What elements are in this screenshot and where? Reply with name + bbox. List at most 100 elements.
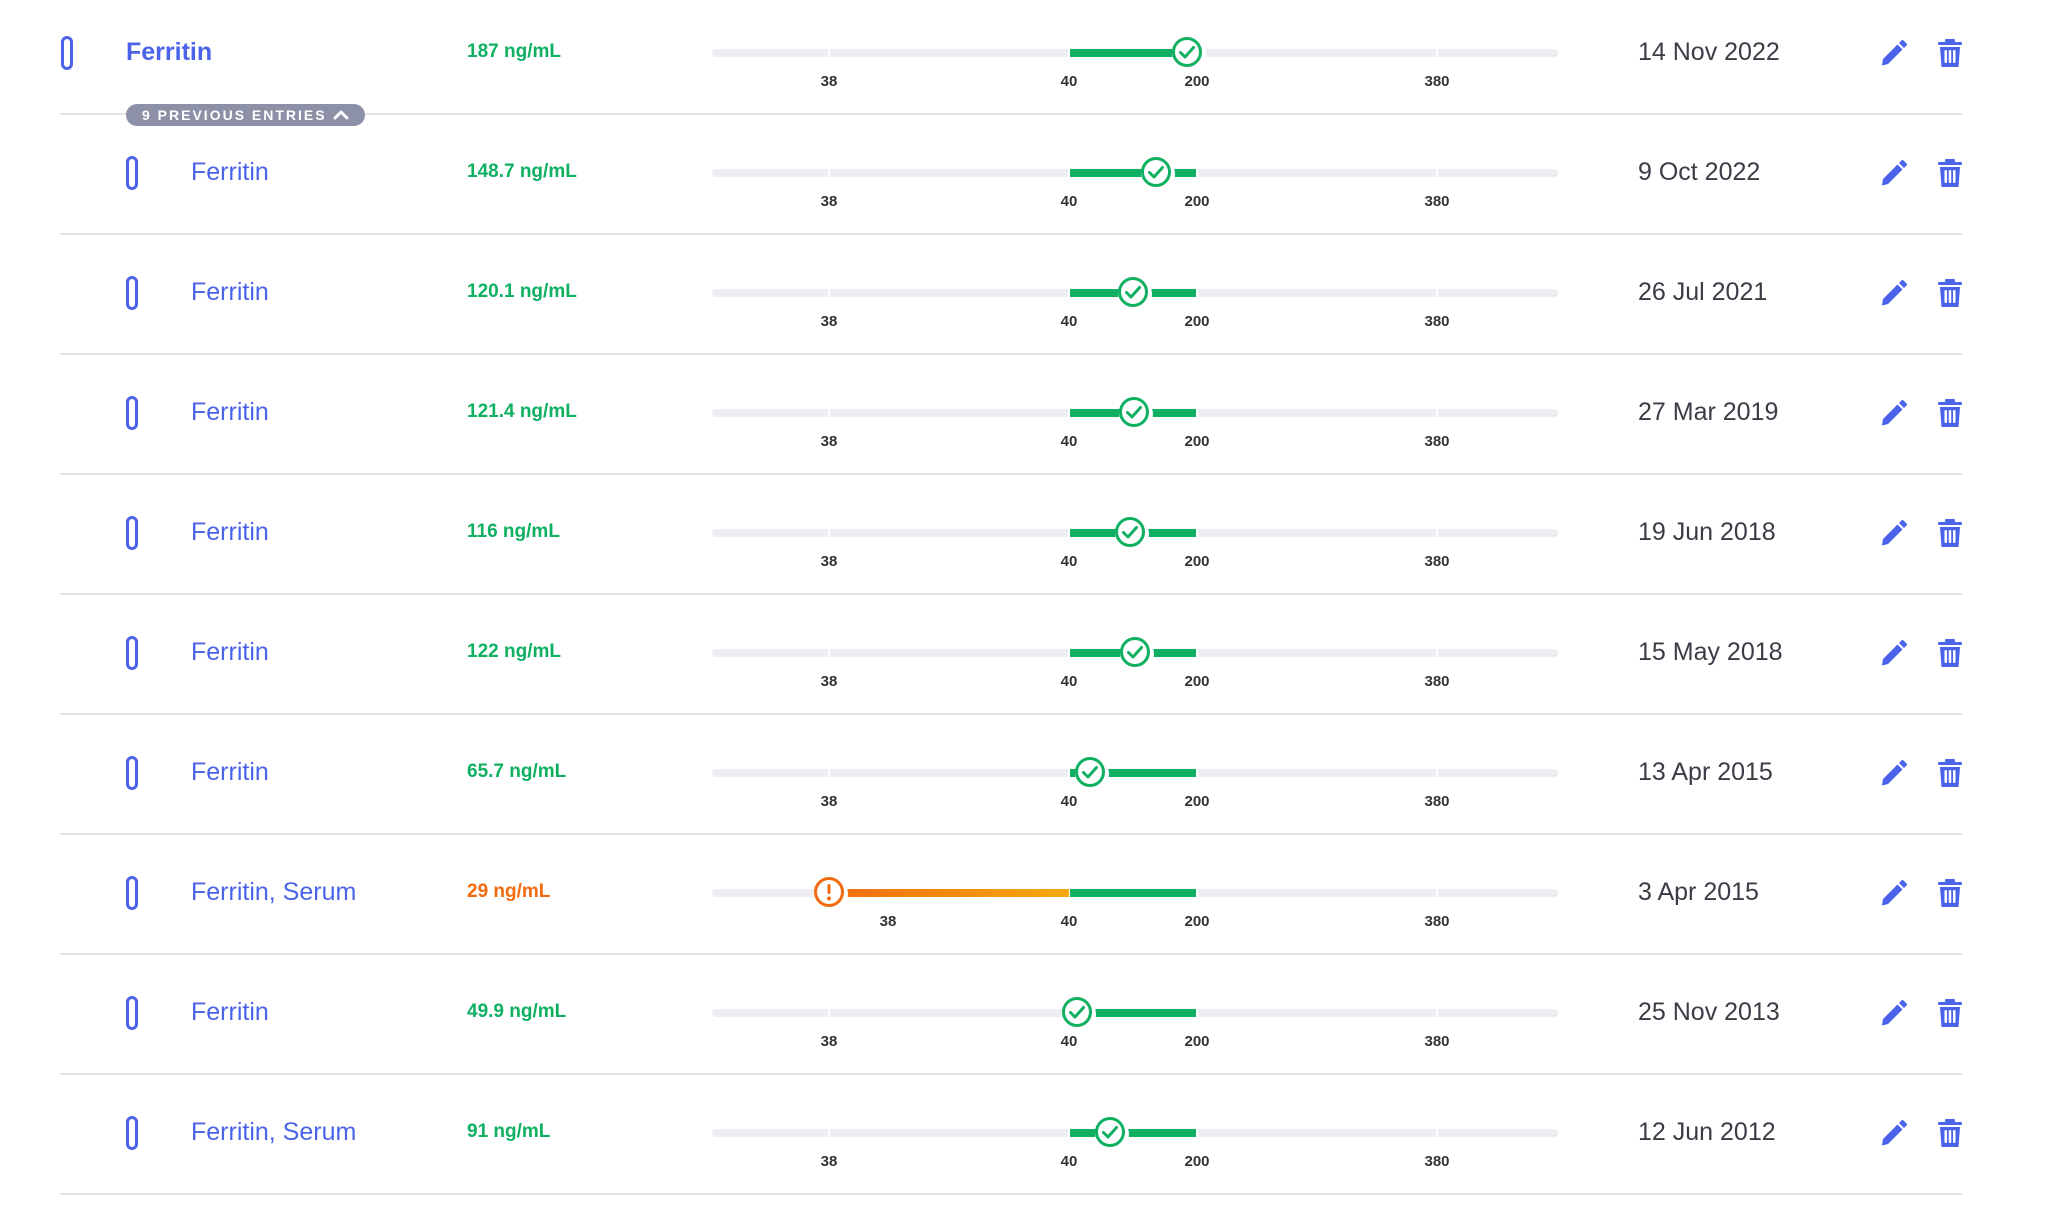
edit-button[interactable] [1878, 1117, 1908, 1149]
range-tick [828, 769, 830, 777]
trash-icon [1938, 159, 1962, 187]
result-date: 15 May 2018 [1638, 638, 1783, 666]
range-tick-label: 380 [1424, 913, 1450, 930]
range-tick-label: 200 [1184, 673, 1210, 690]
previous-entries-label: 9 PREVIOUS ENTRIES [142, 107, 327, 123]
check-circle-icon [1074, 757, 1109, 791]
edit-button[interactable] [1878, 757, 1908, 789]
delete-button[interactable] [1935, 877, 1965, 909]
range-tick [1196, 769, 1198, 777]
range-tick-label: 200 [1184, 793, 1210, 810]
range-tick [1068, 769, 1070, 777]
trash-icon [1938, 399, 1962, 427]
pencil-icon [1882, 1120, 1907, 1146]
result-date: 25 Nov 2013 [1638, 998, 1780, 1026]
range-tick-label: 200 [1184, 913, 1210, 930]
result-row: Ferritin 116 ng/mL 38 40 200 380 19 Jun 2018 [0, 480, 2048, 600]
range-tick [1436, 169, 1438, 177]
edit-button[interactable] [1878, 37, 1908, 69]
delete-button[interactable] [1935, 637, 1965, 669]
result-row: Ferritin 148.7 ng/mL 38 40 200 380 9 Oct 2022 [0, 120, 2048, 240]
check-circle-icon [1094, 1117, 1129, 1151]
delete-button[interactable] [1935, 37, 1965, 69]
row-divider [60, 473, 1962, 475]
range-tick-label: 38 [820, 553, 838, 570]
range-tick-label: 40 [1060, 793, 1078, 810]
pencil-icon [1882, 520, 1907, 546]
range-tick-label: 380 [1424, 553, 1450, 570]
range-tick [1068, 1129, 1070, 1137]
trash-icon [1938, 999, 1962, 1027]
range-tick [1068, 169, 1070, 177]
reference-range-band [1069, 1129, 1197, 1137]
delete-button[interactable] [1935, 157, 1965, 189]
chevron-up-icon [333, 104, 349, 126]
range-tick-label: 38 [820, 1153, 838, 1170]
pencil-icon [1882, 280, 1907, 306]
range-tick [1436, 529, 1438, 537]
range-tick [1196, 649, 1198, 657]
range-tick [1068, 49, 1070, 57]
check-circle-icon [1118, 277, 1153, 311]
pencil-icon [1882, 880, 1907, 906]
range-tick-label: 38 [820, 1033, 838, 1050]
edit-button[interactable] [1878, 517, 1908, 549]
range-tick-label: 40 [1060, 673, 1078, 690]
check-circle-icon [1119, 397, 1154, 431]
result-row: Ferritin 49.9 ng/mL 38 40 200 380 25 Nov 2013 [0, 960, 2048, 1080]
range-tick-label: 380 [1424, 433, 1450, 450]
edit-button[interactable] [1878, 877, 1908, 909]
trash-icon [1938, 759, 1962, 787]
result-row: Ferritin 65.7 ng/mL 38 40 200 380 13 Apr 2015 [0, 720, 2048, 840]
edit-button[interactable] [1878, 997, 1908, 1029]
range-tick [1436, 889, 1438, 897]
result-date: 26 Jul 2021 [1638, 278, 1768, 306]
previous-entries-toggle[interactable]: 9 PREVIOUS ENTRIES [126, 104, 365, 126]
pencil-icon [1882, 640, 1907, 666]
result-row: Ferritin 120.1 ng/mL 38 40 200 380 26 Jul 2021 [0, 240, 2048, 360]
range-tick-label: 380 [1424, 193, 1450, 210]
row-divider [60, 953, 1962, 955]
range-tick [1196, 409, 1198, 417]
trash-icon [1938, 639, 1962, 667]
range-tick [1068, 289, 1070, 297]
range-tick [828, 1129, 830, 1137]
trash-icon [1938, 879, 1962, 907]
delete-button[interactable] [1935, 397, 1965, 429]
range-tick-label: 38 [879, 913, 897, 930]
delete-button[interactable] [1935, 517, 1965, 549]
delete-button[interactable] [1935, 1117, 1965, 1149]
edit-button[interactable] [1878, 397, 1908, 429]
reference-range-band [1069, 889, 1197, 897]
edit-button[interactable] [1878, 157, 1908, 189]
range-tick-label: 200 [1184, 1033, 1210, 1050]
result-date: 19 Jun 2018 [1638, 518, 1776, 546]
row-divider [60, 1193, 1962, 1195]
result-date: 9 Oct 2022 [1638, 158, 1761, 186]
delete-button[interactable] [1935, 997, 1965, 1029]
lab-result-history-list: Ferritin 187 ng/mL 38 40 200 380 14 Nov 2022 Fe… [0, 0, 2048, 1210]
range-tick-label: 200 [1184, 433, 1210, 450]
out-of-range-fill [829, 889, 1069, 897]
check-circle-icon [1061, 997, 1096, 1031]
check-circle-icon [1114, 517, 1149, 551]
range-tick-label: 40 [1060, 1153, 1078, 1170]
edit-button[interactable] [1878, 277, 1908, 309]
result-date: 27 Mar 2019 [1638, 398, 1779, 426]
range-tick-label: 200 [1184, 73, 1210, 90]
range-tick-label: 40 [1060, 73, 1078, 90]
delete-button[interactable] [1935, 277, 1965, 309]
range-tick-label: 38 [820, 673, 838, 690]
range-tick-label: 40 [1060, 913, 1078, 930]
result-row: Ferritin 122 ng/mL 38 40 200 380 15 May 2018 [0, 600, 2048, 720]
range-tick-label: 40 [1060, 193, 1078, 210]
result-date: 14 Nov 2022 [1638, 38, 1780, 66]
row-divider [60, 1073, 1962, 1075]
row-divider [60, 593, 1962, 595]
trash-icon [1938, 1119, 1962, 1147]
delete-button[interactable] [1935, 757, 1965, 789]
edit-button[interactable] [1878, 637, 1908, 669]
range-tick [1436, 1129, 1438, 1137]
range-tick [1068, 409, 1070, 417]
result-date: 13 Apr 2015 [1638, 758, 1773, 786]
